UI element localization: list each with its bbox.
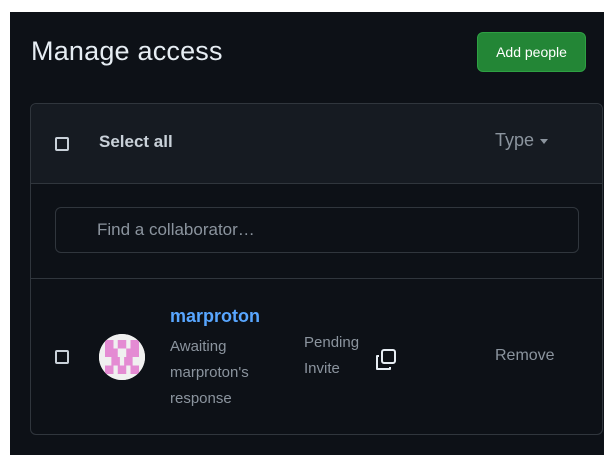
identicon-avatar [99,334,145,380]
select-all-checkbox[interactable] [55,137,69,151]
collaborator-row: marproton Awaiting marproton's response … [31,279,602,436]
avatar [99,334,145,380]
copy-icon[interactable] [373,347,399,373]
collaborator-status-text: Awaiting marproton's response [170,338,249,407]
collaborator-checkbox[interactable] [55,350,69,364]
collaborator-username-link[interactable]: marproton [170,306,260,327]
page-title: Manage access [31,36,223,66]
add-people-button[interactable]: Add people [477,32,586,72]
type-filter-dropdown[interactable]: Type [495,130,549,151]
caret-down-icon [540,139,549,144]
manage-access-panel: Manage access Add people Select all Type [10,12,604,455]
remove-collaborator-button[interactable]: Remove [495,347,555,365]
pending-invite-label: Pending Invite [304,334,360,377]
collaborators-header: Select all Type [31,104,602,184]
type-filter-label: Type [495,130,535,150]
find-collaborator-input[interactable] [55,207,579,253]
collaborators-box: Select all Type Find a collaborator… mar… [30,103,603,435]
select-all-label: Select all [99,132,173,151]
search-area [31,183,602,279]
